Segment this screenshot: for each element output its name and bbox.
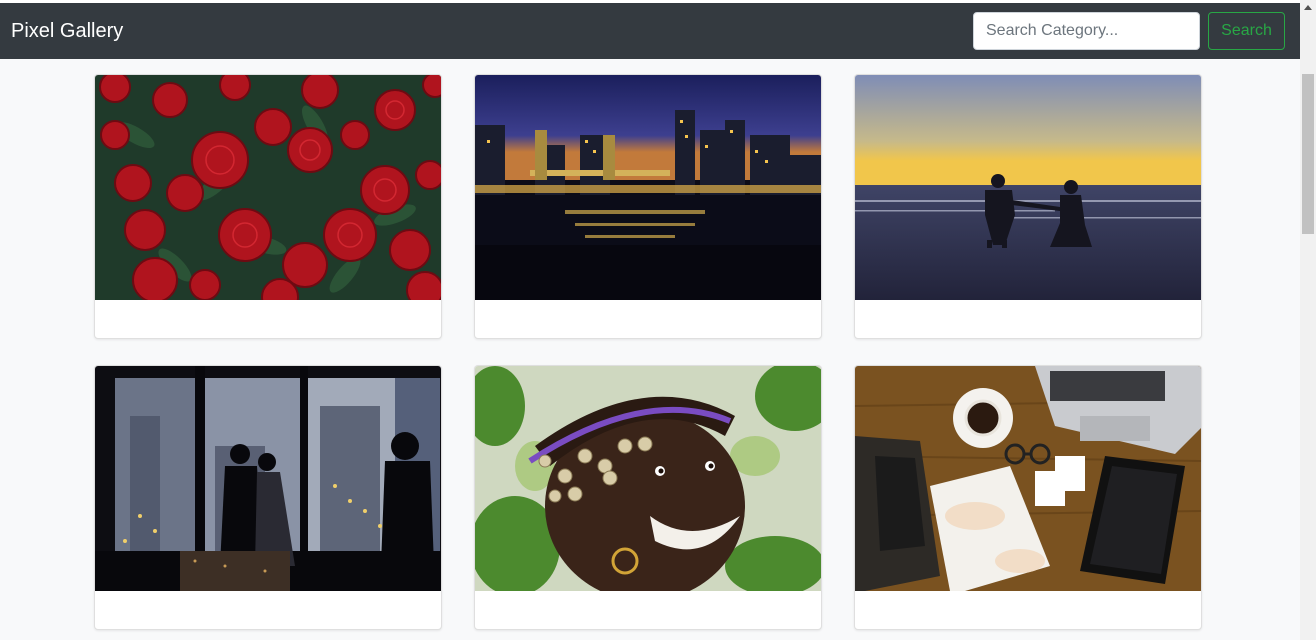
card-body — [475, 591, 821, 629]
brand-title[interactable]: Pixel Gallery — [11, 19, 123, 43]
scrollbar-thumb[interactable] — [1302, 74, 1314, 234]
gallery-card[interactable] — [94, 74, 442, 339]
navbar: Pixel Gallery Search — [0, 3, 1300, 59]
card-body — [475, 300, 821, 338]
page-scrollbar[interactable] — [1300, 0, 1316, 640]
gallery-card[interactable] — [854, 365, 1202, 630]
card-body — [95, 591, 441, 629]
gallery-card[interactable] — [474, 365, 822, 630]
gallery-card[interactable] — [94, 365, 442, 630]
scroll-up-arrow-icon[interactable] — [1300, 0, 1316, 16]
gallery-card[interactable] — [854, 74, 1202, 339]
card-body — [855, 300, 1201, 338]
red-roses-photo[interactable] — [95, 75, 441, 300]
city-night-bridge-photo[interactable] — [475, 75, 821, 300]
card-body — [855, 591, 1201, 629]
gallery-card[interactable] — [474, 74, 822, 339]
desk-laptop-coffee-photo[interactable] — [855, 366, 1201, 591]
wedding-couple-window-photo[interactable] — [95, 366, 441, 591]
search-category-input[interactable] — [973, 12, 1200, 50]
smiling-woman-headdress-photo[interactable] — [475, 366, 821, 591]
card-body — [95, 300, 441, 338]
search-button[interactable]: Search — [1208, 12, 1285, 50]
beach-sunset-couple-photo[interactable] — [855, 75, 1201, 300]
